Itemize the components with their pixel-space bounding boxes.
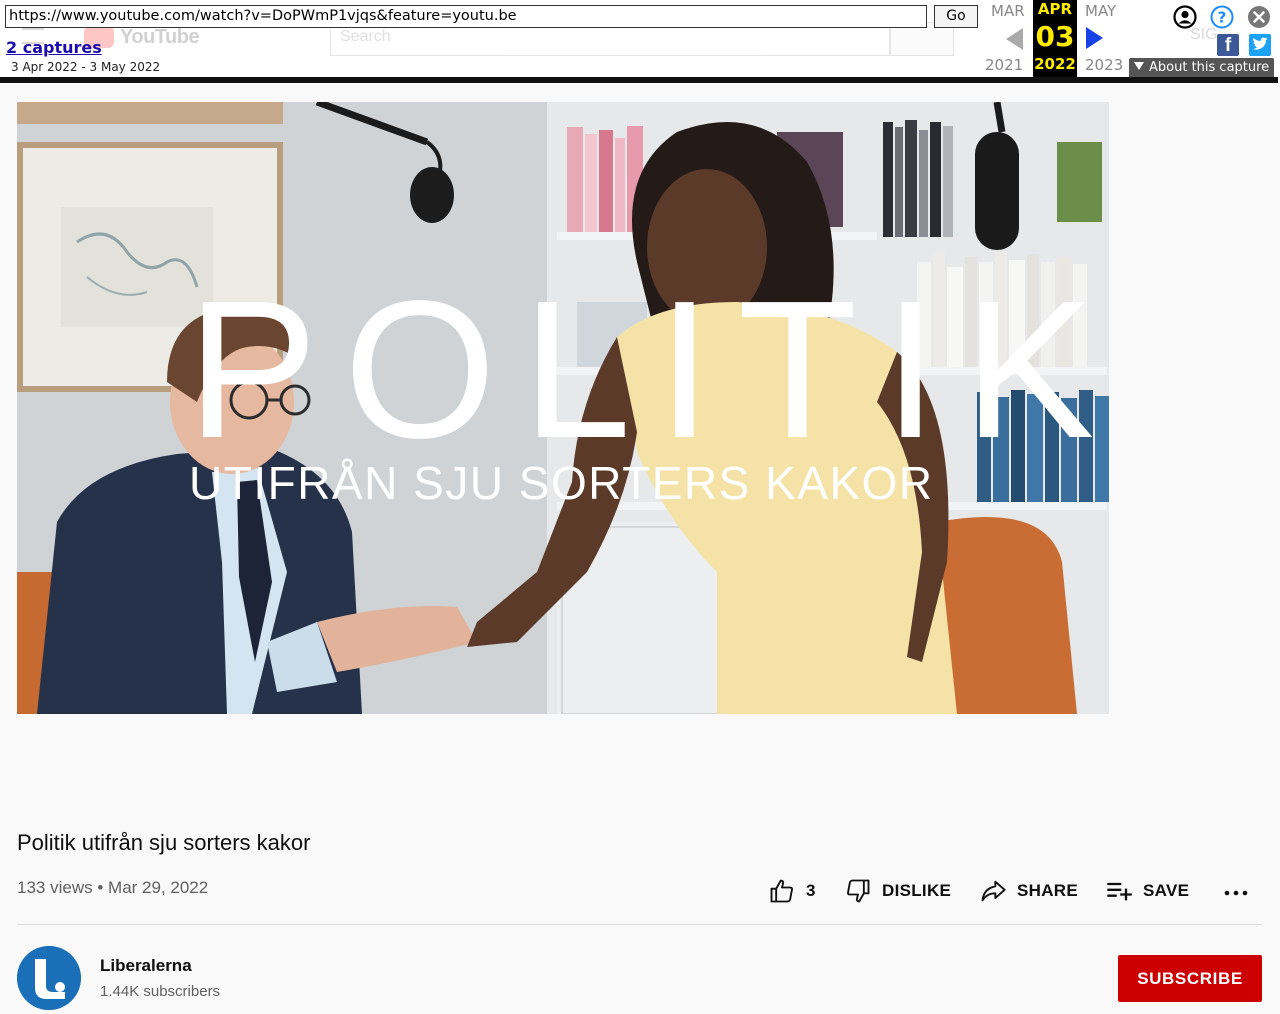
- next-capture-arrow-icon[interactable]: [1086, 27, 1103, 49]
- subscribe-button[interactable]: SUBSCRIBE: [1118, 955, 1262, 1002]
- dropdown-triangle-icon: [1134, 62, 1144, 70]
- help-icon[interactable]: ?: [1210, 5, 1234, 29]
- facebook-icon[interactable]: f: [1217, 34, 1239, 56]
- about-capture-button[interactable]: About this capture: [1129, 58, 1274, 78]
- prev-capture-arrow-icon[interactable]: [1006, 28, 1023, 50]
- share-icon: [981, 880, 1006, 902]
- about-capture-label: About this capture: [1149, 60, 1270, 75]
- close-icon[interactable]: [1247, 5, 1271, 29]
- prev-year-label[interactable]: 2021: [985, 56, 1023, 74]
- share-label: SHARE: [1017, 881, 1079, 900]
- video-title: Politik utifrån sju sorters kakor: [17, 830, 311, 855]
- dislike-button[interactable]: DISLIKE: [844, 876, 951, 906]
- next-month-label[interactable]: MAY: [1085, 2, 1116, 20]
- video-player[interactable]: POLITIK UTIFRÅN SJU SORTERS KAKOR: [17, 102, 1109, 714]
- share-button[interactable]: SHARE: [979, 876, 1078, 906]
- next-year-label[interactable]: 2023: [1085, 56, 1123, 74]
- like-count: 3: [806, 881, 816, 900]
- video-overlay-title: POLITIK: [187, 260, 1109, 479]
- wayback-url-input[interactable]: https://www.youtube.com/watch?v=DoPWmP1v…: [5, 5, 927, 28]
- current-year-label: 2022: [1034, 55, 1076, 73]
- user-icon[interactable]: [1173, 5, 1197, 29]
- publish-date: Mar 29, 2022: [108, 878, 209, 897]
- go-button[interactable]: Go: [934, 5, 978, 28]
- current-month-label: APR: [1037, 0, 1073, 18]
- youtube-logo-text: YouTube: [120, 26, 200, 48]
- thumbs-down-icon: [847, 879, 870, 903]
- video-overlay-subtitle: UTIFRÅN SJU SORTERS KAKOR: [189, 457, 934, 509]
- divider: [17, 924, 1262, 925]
- captures-link[interactable]: 2 captures: [6, 38, 102, 57]
- video-meta: 133 views • Mar 29, 2022: [17, 878, 208, 898]
- meta-separator: •: [97, 878, 104, 897]
- dislike-label: DISLIKE: [882, 881, 952, 900]
- prev-month-label[interactable]: MAR: [991, 2, 1025, 20]
- youtube-search-placeholder: Search: [340, 28, 391, 45]
- channel-name[interactable]: Liberalerna: [100, 956, 192, 976]
- capture-range: 3 Apr 2022 - 3 May 2022: [11, 60, 161, 74]
- subscriber-count: 1.44K subscribers: [100, 983, 221, 1000]
- svg-text:?: ?: [1218, 9, 1227, 27]
- more-options-icon[interactable]: [1222, 876, 1250, 906]
- twitter-icon[interactable]: [1249, 34, 1271, 56]
- toolbar-bottom-border: [0, 77, 1278, 83]
- channel-avatar[interactable]: [17, 946, 81, 1010]
- playlist-add-icon: [1107, 882, 1132, 901]
- like-button[interactable]: 3: [768, 876, 816, 906]
- save-label: SAVE: [1143, 881, 1190, 900]
- view-count: 133 views: [17, 878, 93, 897]
- save-button[interactable]: SAVE: [1105, 876, 1189, 906]
- wayback-toolbar: YouTube Search SIG https://www.youtube.c…: [0, 0, 1280, 84]
- current-day-label: 03: [1035, 20, 1075, 53]
- thumbs-up-icon: [770, 879, 793, 903]
- page: YouTube Search SIG https://www.youtube.c…: [0, 0, 1280, 1014]
- youtube-header-ghost: YouTube Search SIG: [0, 22, 1218, 76]
